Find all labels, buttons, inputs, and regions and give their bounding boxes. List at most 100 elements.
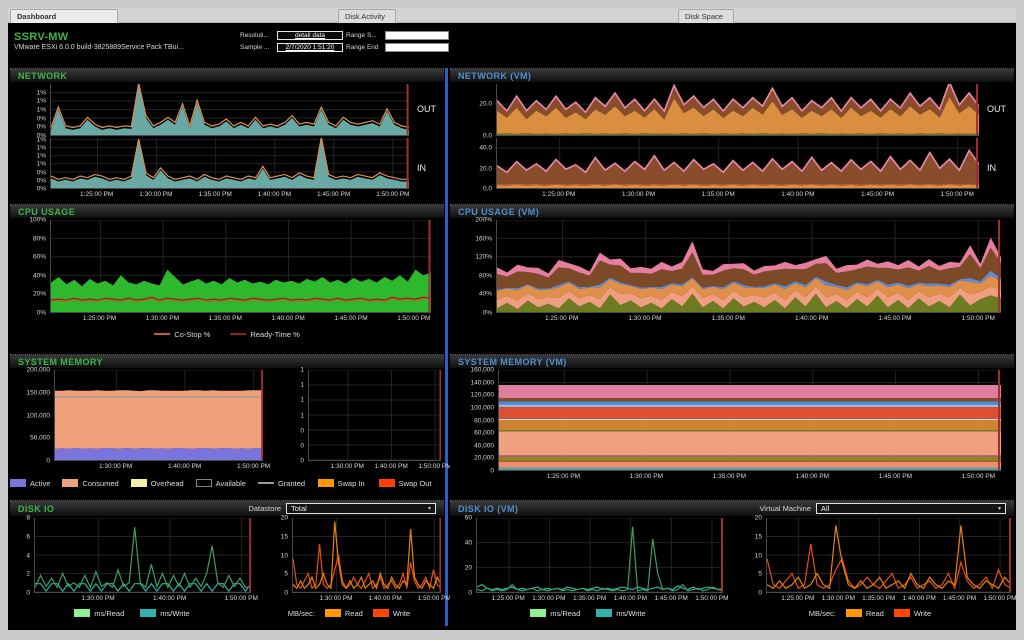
x-tick: 1:30:00 PM — [139, 191, 172, 198]
y-tick: 80% — [33, 235, 46, 242]
network-in-chart: 1%1%1%1%0%0%0%1:25:00 PM1:30:00 PM1:35:0… — [10, 136, 412, 200]
x-axis: 1:30:00 PM1:40:00 PM1:50:00 PM — [292, 593, 441, 604]
legend-swatch — [131, 479, 147, 487]
plot-area — [50, 220, 431, 313]
panel-diskio-vm-header: DISK IO (VM) Virtual Machine All ▾ — [450, 500, 1014, 516]
y-tick: 0 — [300, 442, 304, 449]
x-axis: 1:25:00 PM1:30:00 PM1:35:00 PM1:40:00 PM… — [498, 471, 1001, 482]
range-start-label: Range S... — [346, 32, 382, 39]
tab-dashboard[interactable]: Dashboard — [10, 9, 118, 23]
y-tick: 0 — [758, 590, 762, 597]
datastore-select[interactable]: Total ▾ — [286, 503, 436, 514]
sample-label: Sample ... — [240, 44, 274, 51]
y-tick: 120,000 — [471, 392, 495, 399]
y-tick: 0 — [26, 590, 30, 597]
panel-diskio: DISK IO Datastore Total ▾ 864201:30:00 P… — [10, 500, 444, 626]
y-tick: 6 — [26, 533, 30, 540]
x-tick: 1:40:00 PM — [614, 595, 647, 602]
virtual-machine-label: Virtual Machine — [759, 504, 811, 513]
legend-item: Ready-Time % — [230, 330, 299, 339]
header-form: Resoluti... detail data Range S... Sampl… — [240, 30, 449, 53]
legend-swatch — [373, 609, 389, 617]
y-tick: 1 — [300, 397, 304, 404]
y-tick: 60% — [33, 254, 46, 261]
y-tick: 0 — [300, 427, 304, 434]
y-tick: 1% — [37, 161, 46, 168]
legend-label: ms/Write — [160, 609, 189, 618]
x-tick: 1:45:00 PM — [317, 191, 350, 198]
y-tick: 1% — [37, 98, 46, 105]
host-build-info: VMware ESXi 6.0.0 build-3825889Service P… — [14, 44, 184, 51]
disk-latency-legend: ms/Readms/Write — [10, 604, 254, 622]
legend-label: ms/Read — [550, 609, 580, 618]
x-tick: 1:35:00 PM — [199, 191, 232, 198]
legend-swatch — [258, 482, 274, 484]
legend-item: Overhead — [131, 479, 184, 488]
plot-area — [54, 370, 263, 461]
legend-item: Available — [196, 479, 246, 488]
y-tick: 100,000 — [27, 412, 51, 419]
x-axis: 1:25:00 PM1:30:00 PM1:35:00 PM1:40:00 PM… — [766, 593, 1011, 604]
dashboard-window: { "window": { "tabs": [ {"label": "Dashb… — [0, 0, 1024, 640]
legend-label: Granted — [278, 479, 305, 488]
plot-area — [766, 518, 1011, 593]
legend-swatch — [894, 609, 910, 617]
legend-swatch — [596, 609, 612, 617]
panel-sysmem-vm-header: SYSTEM MEMORY (VM) — [450, 354, 1014, 368]
in-label: IN — [982, 136, 1014, 200]
legend-label: Ready-Time % — [250, 330, 299, 339]
y-tick: 1 — [300, 367, 304, 374]
y-axis: 20151050 — [268, 518, 292, 593]
memory-vm-chart: 160,000140,000120,000100,00080,00060,000… — [450, 368, 1004, 482]
y-tick: 20% — [33, 291, 46, 298]
x-tick: 1:45:00 PM — [879, 473, 912, 480]
x-tick: 1:40:00 PM — [795, 315, 828, 322]
legend-item: Swap In — [318, 479, 365, 488]
y-tick: 0% — [37, 115, 46, 122]
y-tick: 200% — [475, 217, 492, 224]
x-tick: 1:45:00 PM — [878, 315, 911, 322]
y-tick: 80,000 — [474, 417, 494, 424]
out-label: OUT — [412, 82, 444, 136]
x-tick: 1:35:00 PM — [573, 595, 606, 602]
legend-swatch — [62, 479, 78, 487]
y-axis: 200%160%120%80%40%0% — [450, 220, 496, 313]
legend-item: Write — [894, 609, 931, 618]
out-label: OUT — [982, 82, 1014, 136]
plot-area — [308, 370, 441, 461]
tab-disk-activity[interactable]: Disk Activity — [338, 9, 396, 23]
sample-value[interactable]: 2/7/2020 1:51:20 — [277, 43, 343, 52]
disk-vm-throughput-legend: MB/sec:ReadWrite — [726, 604, 1014, 622]
legend-label: Active — [30, 479, 50, 488]
disk-throughput-chart: 201510501:30:00 PM1:40:00 PM1:50:00 PM — [268, 516, 444, 604]
y-tick: 0% — [483, 310, 492, 317]
range-start-input[interactable] — [385, 31, 449, 40]
x-tick: 1:35:00 PM — [712, 315, 745, 322]
x-axis: 1:25:00 PM1:30:00 PM1:35:00 PM1:40:00 PM… — [50, 189, 409, 200]
legend-label: Overhead — [151, 479, 184, 488]
tab-bar: Dashboard Disk Activity Disk Space — [8, 8, 1016, 23]
network-vm-out-chart: 20.00.0 — [450, 82, 982, 136]
y-axis: 1111000 — [290, 370, 308, 461]
x-tick: 1:40:00 PM — [258, 191, 291, 198]
y-tick: 0% — [37, 310, 46, 317]
x-tick: 1:50:00 PM — [397, 315, 430, 322]
legend-item: Write — [373, 609, 410, 618]
range-end-input[interactable] — [385, 43, 449, 52]
legend-label: Write — [914, 609, 931, 618]
y-tick: 10 — [281, 552, 288, 559]
y-tick: 20 — [281, 515, 288, 522]
y-tick: 60,000 — [474, 430, 494, 437]
memory-chart: 200,000150,000100,00050,00001:30:00 PM1:… — [10, 368, 266, 472]
y-tick: 140,000 — [471, 379, 495, 386]
tab-disk-space[interactable]: Disk Space — [678, 9, 734, 23]
legend-item: Read — [846, 609, 884, 618]
plot-area — [50, 84, 409, 136]
memory-legend: ActiveConsumedOverheadAvailableGranted — [10, 472, 305, 494]
disk-throughput-legend: MB/sec:ReadWrite — [254, 604, 444, 622]
x-tick: 1:50:00 PM — [418, 595, 451, 602]
resolution-value[interactable]: detail data — [277, 31, 343, 40]
virtual-machine-select[interactable]: All ▾ — [816, 503, 1006, 514]
y-tick: 80% — [479, 272, 492, 279]
legend-item: Granted — [258, 479, 305, 488]
